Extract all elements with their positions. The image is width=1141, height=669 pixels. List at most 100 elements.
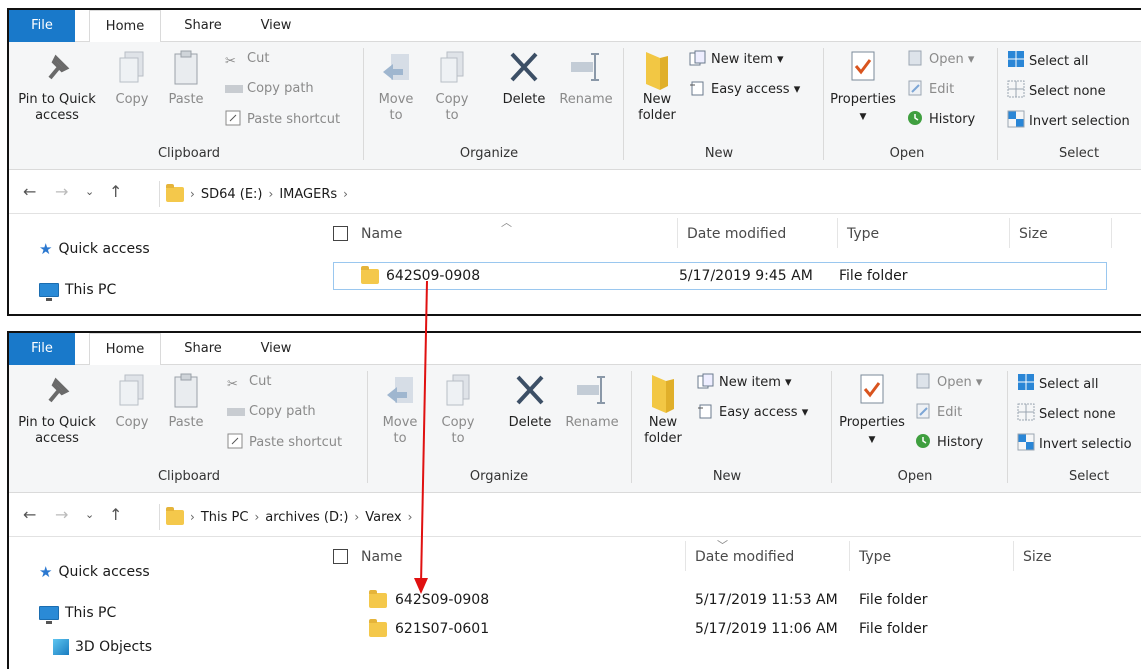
open-button[interactable]: Open ▾ xyxy=(907,50,974,69)
forward-arrow-icon[interactable]: → xyxy=(55,505,68,524)
new-item-button[interactable]: New item ▾ xyxy=(689,50,784,69)
item-name: 642S09-0908 xyxy=(395,592,490,608)
ribbon-tabs: File Home Share View xyxy=(9,333,1141,366)
cut-button[interactable]: ✂ Cut xyxy=(225,50,269,69)
rename-button[interactable]: Rename xyxy=(561,371,623,431)
nav-3d-objects[interactable]: 3D Objects xyxy=(53,639,152,655)
column-type[interactable]: Type xyxy=(847,226,879,242)
select-all-checkbox[interactable] xyxy=(333,226,348,241)
column-date-modified[interactable]: Date modified xyxy=(687,226,786,242)
new-folder-button[interactable]: New folder xyxy=(639,371,687,447)
column-type[interactable]: Type xyxy=(859,549,891,565)
copy-to-button[interactable]: Copy to xyxy=(435,371,481,447)
copy-to-button[interactable]: Copy to xyxy=(429,48,475,124)
column-date-modified[interactable]: Date modified xyxy=(695,549,794,565)
paste-shortcut-button[interactable]: Paste shortcut xyxy=(227,433,342,452)
pin-to-quick-access-button[interactable]: Pin to Quick access xyxy=(13,371,101,447)
tab-share[interactable]: Share xyxy=(171,333,235,365)
edit-button[interactable]: Edit xyxy=(915,403,962,422)
3d-objects-icon xyxy=(53,639,69,655)
up-arrow-icon[interactable]: ↑ xyxy=(109,505,122,524)
select-none-button[interactable]: Select none xyxy=(1017,403,1116,424)
invert-selection-button[interactable]: Invert selectio xyxy=(1017,433,1132,454)
paste-shortcut-label: Paste shortcut xyxy=(249,435,343,450)
recent-locations-chevron-icon[interactable]: ⌄ xyxy=(85,508,94,521)
copy-button[interactable]: Copy xyxy=(107,371,157,431)
new-item-icon xyxy=(697,373,715,389)
list-item[interactable]: 642S09-0908 5/17/2019 9:45 AM File folde… xyxy=(333,262,1107,290)
list-item[interactable]: 642S09-0908 5/17/2019 11:53 AM File fold… xyxy=(333,587,1133,615)
invert-selection-button[interactable]: Invert selection xyxy=(1007,110,1130,131)
back-arrow-icon[interactable]: ← xyxy=(23,182,36,201)
breadcrumb[interactable]: › This PC › archives (D:) › Varex › xyxy=(159,504,412,530)
rename-button[interactable]: Rename xyxy=(555,48,617,108)
list-item[interactable]: 621S07-0601 5/17/2019 11:06 AM File fold… xyxy=(333,616,1133,644)
edit-button[interactable]: Edit xyxy=(907,80,954,99)
edit-label: Edit xyxy=(929,82,955,97)
new-folder-button[interactable]: New folder xyxy=(633,48,681,124)
select-all-button[interactable]: Select all xyxy=(1007,50,1088,71)
nav-this-pc[interactable]: This PC xyxy=(39,282,116,301)
easy-access-button[interactable]: Easy access ▾ xyxy=(697,403,808,422)
breadcrumb-varex[interactable]: Varex xyxy=(365,510,401,525)
delete-button[interactable]: Delete xyxy=(493,48,555,108)
pin-to-quick-access-button[interactable]: Pin to Quick access xyxy=(13,48,101,124)
column-size[interactable]: Size xyxy=(1023,549,1052,565)
properties-button[interactable]: Properties ▼ xyxy=(827,48,899,125)
pin-icon xyxy=(40,371,74,411)
properties-button[interactable]: Properties ▼ xyxy=(835,371,909,448)
select-none-icon xyxy=(1007,80,1025,98)
nav-quick-access[interactable]: ★ Quick access xyxy=(39,240,150,258)
copy-path-label: Copy path xyxy=(247,81,314,96)
cut-button[interactable]: ✂ Cut xyxy=(227,373,271,392)
breadcrumb-drive-e[interactable]: SD64 (E:) xyxy=(201,187,263,202)
history-button[interactable]: History xyxy=(907,110,975,129)
breadcrumb-drive-d[interactable]: archives (D:) xyxy=(265,510,348,525)
tab-file[interactable]: File xyxy=(9,333,75,365)
select-all-checkbox[interactable] xyxy=(333,549,348,564)
tab-view[interactable]: View xyxy=(247,10,305,42)
history-button[interactable]: History xyxy=(915,433,983,452)
copy-path-button[interactable]: Copy path xyxy=(227,403,316,422)
up-arrow-icon[interactable]: ↑ xyxy=(109,182,122,201)
paste-button[interactable]: Paste xyxy=(161,48,211,108)
move-to-button[interactable]: Move to xyxy=(373,48,419,124)
open-label: Open ▾ xyxy=(937,375,983,390)
column-name[interactable]: Name xyxy=(361,226,402,242)
recent-locations-chevron-icon[interactable]: ⌄ xyxy=(85,185,94,198)
column-name[interactable]: Name xyxy=(361,549,402,565)
tab-home[interactable]: Home xyxy=(89,333,161,366)
history-icon xyxy=(915,433,933,449)
nav-this-pc[interactable]: This PC xyxy=(39,605,116,624)
tab-file[interactable]: File xyxy=(9,10,75,42)
tab-view[interactable]: View xyxy=(247,333,305,365)
tab-share[interactable]: Share xyxy=(171,10,235,42)
column-size[interactable]: Size xyxy=(1019,226,1048,242)
paste-button[interactable]: Paste xyxy=(161,371,211,431)
content-area: ★ Quick access This PC ︿ Name Date modifi… xyxy=(9,214,1141,314)
open-icon xyxy=(915,373,933,389)
delete-button[interactable]: Delete xyxy=(499,371,561,431)
breadcrumb-imagers[interactable]: IMAGERs xyxy=(279,187,337,202)
new-item-button[interactable]: New item ▾ xyxy=(697,373,792,392)
forward-arrow-icon[interactable]: → xyxy=(55,182,68,201)
clipboard-group-label: Clipboard xyxy=(157,146,221,161)
select-none-button[interactable]: Select none xyxy=(1007,80,1106,101)
copy-path-icon xyxy=(227,406,245,422)
breadcrumb[interactable]: › SD64 (E:) › IMAGERs › xyxy=(159,181,348,207)
easy-access-button[interactable]: Easy access ▾ xyxy=(689,80,800,99)
paste-shortcut-button[interactable]: Paste shortcut xyxy=(225,110,340,129)
edit-label: Edit xyxy=(937,405,963,420)
tab-home[interactable]: Home xyxy=(89,10,161,43)
nav-quick-access[interactable]: ★ Quick access xyxy=(39,563,150,581)
breadcrumb-this-pc[interactable]: This PC xyxy=(201,510,249,525)
rename-label: Rename xyxy=(559,92,613,107)
move-to-button[interactable]: Move to xyxy=(377,371,423,447)
select-all-button[interactable]: Select all xyxy=(1017,373,1098,394)
paste-label: Paste xyxy=(168,92,204,107)
copy-button[interactable]: Copy xyxy=(107,48,157,108)
copy-path-button[interactable]: Copy path xyxy=(225,80,314,99)
back-arrow-icon[interactable]: ← xyxy=(23,505,36,524)
open-button[interactable]: Open ▾ xyxy=(915,373,982,392)
group-divider xyxy=(367,371,368,483)
